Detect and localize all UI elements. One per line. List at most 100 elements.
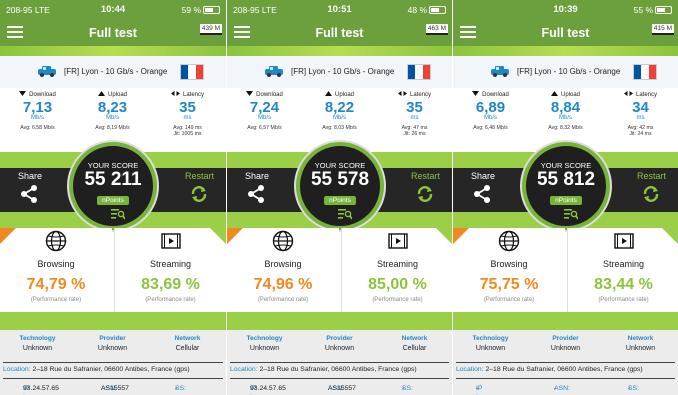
asn-value: AS15557	[101, 385, 129, 392]
header-stripe	[453, 46, 678, 56]
test-panel: 208-95 LTE 10:51 48 % Full test 463 M [F…	[226, 0, 452, 395]
status-bar: 208-95 LTE 10:51 48 %	[227, 0, 452, 20]
server-row[interactable]: [FR] Lyon - 10 Gb/s - Orange	[0, 56, 226, 88]
asn-value: AS15557	[328, 385, 356, 392]
location-label: Location:	[230, 366, 258, 373]
streaming-rate: 83,69 %	[141, 276, 200, 293]
share-icon[interactable]	[20, 185, 38, 203]
detail-icon[interactable]	[338, 208, 352, 220]
provider-label: Provider	[99, 335, 126, 342]
browsing-card[interactable]: Browsing 74,79 % (Performance rate)	[0, 228, 112, 312]
connection-info: Technology Unknown Provider Unknown Netw…	[227, 330, 452, 395]
latency-jitter: Jit: 1005 ms	[173, 131, 202, 137]
provider-label: Provider	[326, 335, 353, 342]
upload-unit: Mb/s	[105, 115, 119, 121]
info-band	[0, 312, 226, 330]
share-icon[interactable]	[247, 185, 265, 203]
score-circle[interactable]: YOUR SCORE 55 578 nPoints	[296, 142, 384, 230]
technology-value: Unknown	[475, 345, 506, 352]
download-avg: Avg: 6,58 Mb/s	[20, 125, 55, 131]
status-bar: 10:39 55 %	[453, 0, 678, 20]
test-panel: 10:39 55 % Full test 415 M [FR] Lyon - 1…	[452, 0, 678, 395]
latency-label: Latency	[635, 92, 657, 98]
restart-icon[interactable]	[642, 185, 660, 203]
download-avg: Avg: 6,48 Mb/s	[473, 125, 508, 131]
upload-value: 8,23	[97, 99, 128, 116]
browsing-sub: (Performance rate)	[30, 297, 82, 303]
ip-line: IP : - ASN: - SS: -	[456, 378, 675, 395]
upload-avg: Avg: 8,19 Mb/s	[95, 125, 130, 131]
latency-jitter: Jit: 24 ms	[629, 131, 652, 137]
technology-label: Technology	[246, 335, 283, 342]
play-icon	[387, 233, 408, 249]
network-label: Network	[174, 335, 201, 342]
browsing-label: Browsing	[264, 259, 302, 269]
download-label: Download	[29, 92, 56, 98]
streaming-rate: 85,00 %	[368, 276, 427, 293]
memory-badge: 463 M	[425, 24, 448, 35]
browsing-label: Browsing	[490, 259, 528, 269]
ss-value: -	[402, 385, 405, 392]
streaming-sub: (Performance rate)	[145, 297, 196, 303]
upload-avg: Avg: 8,03 Mb/s	[322, 125, 357, 131]
share-icon[interactable]	[473, 185, 491, 203]
header-stripe	[0, 46, 226, 56]
download-label: Download	[256, 92, 283, 98]
detail-icon[interactable]	[564, 208, 578, 220]
browsing-card[interactable]: Browsing 75,75 % (Performance rate)	[453, 228, 565, 312]
upload-unit: Mb/s	[558, 115, 572, 121]
download-value: 6,89	[475, 99, 506, 116]
upload-metric: Upload 8,23 Mb/s Avg: 8,19 Mb/s	[75, 91, 150, 131]
network-column: Network Unknown	[603, 335, 678, 352]
battery-icon	[203, 6, 220, 14]
location-label: Location:	[3, 366, 31, 373]
technology-label: Technology	[472, 335, 509, 342]
upload-arrow-icon	[97, 91, 105, 96]
usage-cards: Browsing 74,79 % (Performance rate) Stre…	[0, 228, 226, 312]
technology-label: Technology	[19, 335, 56, 342]
page-title: Full test	[541, 26, 590, 40]
server-row[interactable]: [FR] Lyon - 10 Gb/s - Orange	[227, 56, 452, 88]
browsing-card[interactable]: Browsing 74,96 % (Performance rate)	[227, 228, 339, 312]
browsing-rate: 74,96 %	[253, 276, 313, 293]
location-line: Location: 2–18 Rue du Safranier, 06600 A…	[230, 362, 449, 373]
restart-label: Restart	[410, 171, 440, 181]
detail-icon[interactable]	[111, 208, 125, 220]
score-circle[interactable]: YOUR SCORE 55 211 nPoints	[69, 142, 157, 230]
page-title: Full test	[315, 26, 364, 40]
upload-value: 8,22	[324, 99, 355, 116]
download-metric: Download 7,13 Mb/s Avg: 6,58 Mb/s	[0, 91, 75, 131]
share-label: Share	[471, 171, 496, 181]
france-flag-icon	[180, 64, 204, 80]
score-unit: nPoints	[97, 196, 129, 205]
green-corner	[436, 228, 452, 244]
score-value: 55 578	[310, 169, 370, 190]
provider-value: Unknown	[324, 345, 355, 352]
latency-metric: Latency 35 ms Avg: 149 ms Jit: 1005 ms	[150, 91, 225, 137]
technology-column: Technology Unknown	[453, 335, 528, 352]
location-value: 2–18 Rue du Safranier, 06600 Antibes, Fr…	[32, 366, 190, 373]
latency-arrows-icon	[623, 91, 633, 96]
share-label: Share	[245, 171, 270, 181]
ss-value: -	[175, 385, 178, 392]
upload-avg: Avg: 8,32 Mb/s	[548, 125, 583, 131]
location-value: 2–18 Rue du Safranier, 06600 Antibes, Fr…	[259, 366, 417, 373]
provider-label: Provider	[552, 335, 579, 342]
play-icon	[613, 233, 634, 249]
latency-arrows-icon	[170, 91, 180, 96]
restart-icon[interactable]	[190, 185, 208, 203]
technology-column: Technology Unknown	[227, 335, 302, 352]
score-unit: nPoints	[324, 196, 356, 205]
score-circle[interactable]: YOUR SCORE 55 812 nPoints	[522, 142, 610, 230]
browsing-rate: 74,79 %	[26, 276, 86, 293]
server-name: [FR] Lyon - 10 Gb/s - Orange	[64, 67, 168, 76]
header-stripe	[227, 46, 452, 56]
orange-corner	[453, 228, 469, 244]
latency-value: 35	[179, 99, 196, 116]
server-row[interactable]: [FR] Lyon - 10 Gb/s - Orange	[453, 56, 678, 88]
location-value: 2–18 Rue du Safranier, 06600 Antibes, Fr…	[485, 366, 643, 373]
provider-value: Unknown	[97, 345, 128, 352]
battery-indicator: 48 %	[408, 5, 446, 15]
usage-cards: Browsing 74,96 % (Performance rate) Stre…	[227, 228, 452, 312]
restart-icon[interactable]	[416, 185, 434, 203]
